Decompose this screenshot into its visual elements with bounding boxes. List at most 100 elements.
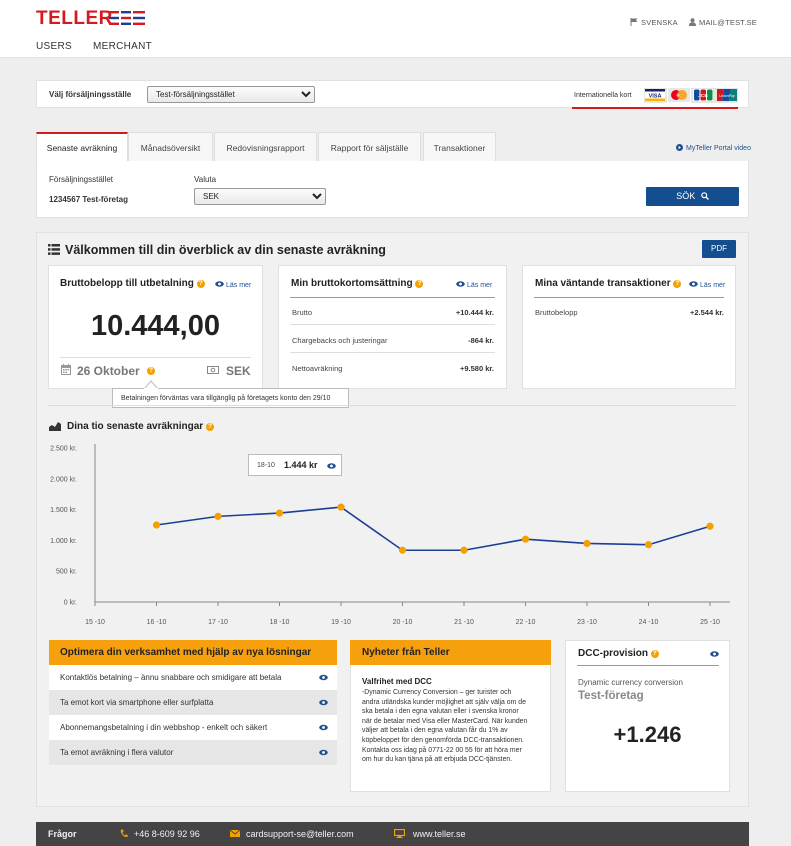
tab-redovisningsrapport[interactable]: Redovisningsrapport [214, 132, 317, 162]
list-item-label: Kontaktlös betalning – ännu snabbare och… [60, 673, 282, 682]
y-tick-label: 2.000 kr. [50, 476, 77, 483]
y-tick-label: 0 kr. [64, 600, 77, 607]
unionpay-icon: UnionPay [719, 94, 735, 98]
eye-icon[interactable] [327, 463, 336, 469]
x-tick-label: 19 -10 [331, 619, 351, 626]
eye-icon [456, 281, 465, 287]
tab-senaste-avrakning[interactable]: Senaste avräkning [36, 132, 128, 162]
list-item[interactable]: Ta emot kort via smartphone eller surfpl… [49, 690, 337, 715]
language-label: SVENSKA [641, 18, 678, 27]
news-line: ska betala i den egna valutan eller i sv… [362, 708, 519, 716]
news-line: om hur du kan tjäna på att erbjuda DCC-t… [362, 756, 513, 764]
nav-merchant[interactable]: MERCHANT [93, 41, 152, 52]
envelope-icon [229, 829, 241, 837]
eye-icon [319, 749, 328, 756]
turnover-row-value: +10.444 kr. [455, 308, 494, 317]
eye-icon [215, 281, 224, 287]
tab-transaktioner[interactable]: Transaktioner [423, 132, 496, 162]
eye-icon[interactable] [710, 651, 719, 657]
data-point [337, 503, 345, 511]
dcc-card [565, 640, 730, 792]
footer-web[interactable]: www.teller.se [393, 828, 466, 839]
divider [290, 324, 495, 325]
payout-amount: 10.444,00 [90, 310, 220, 342]
date-help-icon[interactable]: ? [147, 367, 155, 375]
y-tick-label: 1.500 kr. [50, 507, 77, 514]
x-tick-label: 21 -10 [454, 619, 474, 626]
pending-title: Mina väntande transaktioner ? [535, 278, 682, 289]
jcb-icon: JCB [698, 93, 708, 99]
x-tick-label: 15 -10 [85, 619, 105, 626]
divider [48, 405, 736, 406]
x-tick-label: 24 -10 [639, 619, 659, 626]
list-icon [48, 244, 60, 255]
language-switch[interactable]: SVENSKA [630, 18, 678, 27]
help-icon[interactable]: ? [673, 280, 682, 288]
footer-title: Frågor [48, 829, 77, 839]
portal-video-label: MyTeller Portal video [686, 145, 751, 152]
divider [577, 665, 719, 666]
tooltip-arrow [144, 380, 158, 389]
dcc-value: +1.246 [613, 722, 682, 747]
news-heading: Valfrihet med DCC [362, 677, 432, 686]
search-button[interactable]: SÖK [646, 187, 739, 206]
pending-row-label: Bruttobelopp [535, 308, 578, 317]
pending-read-more[interactable]: Läs mer [689, 281, 725, 289]
news-title: Nyheter från Teller [350, 640, 551, 665]
help-icon[interactable]: ? [196, 280, 205, 288]
list-item-label: Abonnemangsbetalning i din webbshop - en… [60, 723, 268, 732]
x-tick-label: 22 -10 [516, 619, 536, 626]
store-selector-panel: Välj försäljningsställe Test-försäljning… [36, 80, 749, 109]
user-menu[interactable]: MAIL@TEST.SE [689, 18, 757, 27]
monitor-icon [393, 828, 406, 838]
tab-manadsoversikt[interactable]: Månadsöversikt [128, 132, 213, 162]
list-item[interactable]: Kontaktlös betalning – ännu snabbare och… [49, 665, 337, 690]
chart-tooltip-date: 18-10 [257, 462, 275, 469]
help-icon[interactable]: ? [415, 280, 424, 288]
user-email: MAIL@TEST.SE [699, 18, 757, 27]
news-line: Kontakta oss idag på 0771-22 00 55 för a… [362, 746, 522, 754]
data-point [214, 512, 222, 520]
turnover-row-label: Nettoavräkning [292, 364, 343, 373]
tab-rapport-for-saljstalle[interactable]: Rapport för säljställe [318, 132, 421, 162]
payout-date: 26 Oktober [77, 364, 140, 378]
help-icon[interactable]: ? [650, 650, 659, 658]
store-value: 1234567 Test-företag [49, 195, 128, 204]
footer-email[interactable]: cardsupport-se@teller.com [229, 829, 354, 839]
eye-icon [689, 281, 698, 287]
payout-read-more[interactable]: Läs mer [215, 281, 251, 289]
turnover-row-value: -864 kr. [468, 336, 494, 345]
data-point [460, 546, 468, 554]
turnover-read-more[interactable]: Läs mer [456, 281, 492, 289]
turnover-title: Min bruttokortomsättning ? [291, 278, 424, 289]
pdf-button[interactable]: PDF [702, 240, 736, 258]
list-item[interactable]: Ta emot avräkning i flera valutor [49, 740, 337, 765]
payout-title: Bruttobelopp till utbetalning ? [60, 278, 205, 289]
news-line: när de betalar med Visa eller MasterCard… [362, 717, 528, 725]
store-select[interactable]: Test-försäljningsstället [147, 86, 315, 103]
store-label: Försäljningsstället [49, 175, 114, 184]
currency-select[interactable]: SEK [194, 188, 326, 205]
card-logos: VISA MC JCB UnionPay [644, 88, 738, 103]
phone-icon [120, 829, 128, 838]
payout-currency: SEK [226, 364, 251, 378]
search-icon [700, 192, 709, 200]
visa-icon: VISA [649, 93, 662, 99]
turnover-row-label: Brutto [292, 308, 313, 317]
help-icon[interactable]: ? [205, 423, 214, 431]
x-tick-label: 18 -10 [270, 619, 290, 626]
list-item[interactable]: Abonnemangsbetalning i din webbshop - en… [49, 715, 337, 740]
nav-users[interactable]: USERS [36, 41, 72, 52]
divider [60, 357, 251, 358]
teller-logo[interactable]: TELLER [36, 8, 113, 30]
flag-icon [630, 18, 638, 26]
portal-video-link[interactable]: MyTeller Portal video [676, 144, 751, 152]
chart-tooltip-value: 1.444 kr [284, 460, 318, 470]
data-point [521, 535, 530, 543]
y-tick-label: 500 kr. [56, 569, 77, 576]
x-tick-label: 16 -10 [147, 619, 167, 626]
chart-tooltip: 18-10 1.444 kr [248, 454, 342, 476]
footer-phone[interactable]: +46 8-609 92 96 [120, 829, 200, 839]
top-header: TELLER USERS MERCHANT SVENSKA MAIL@TEST.… [0, 0, 791, 58]
news-body: -Dynamic Currency Conversion – ger turis… [362, 688, 547, 765]
